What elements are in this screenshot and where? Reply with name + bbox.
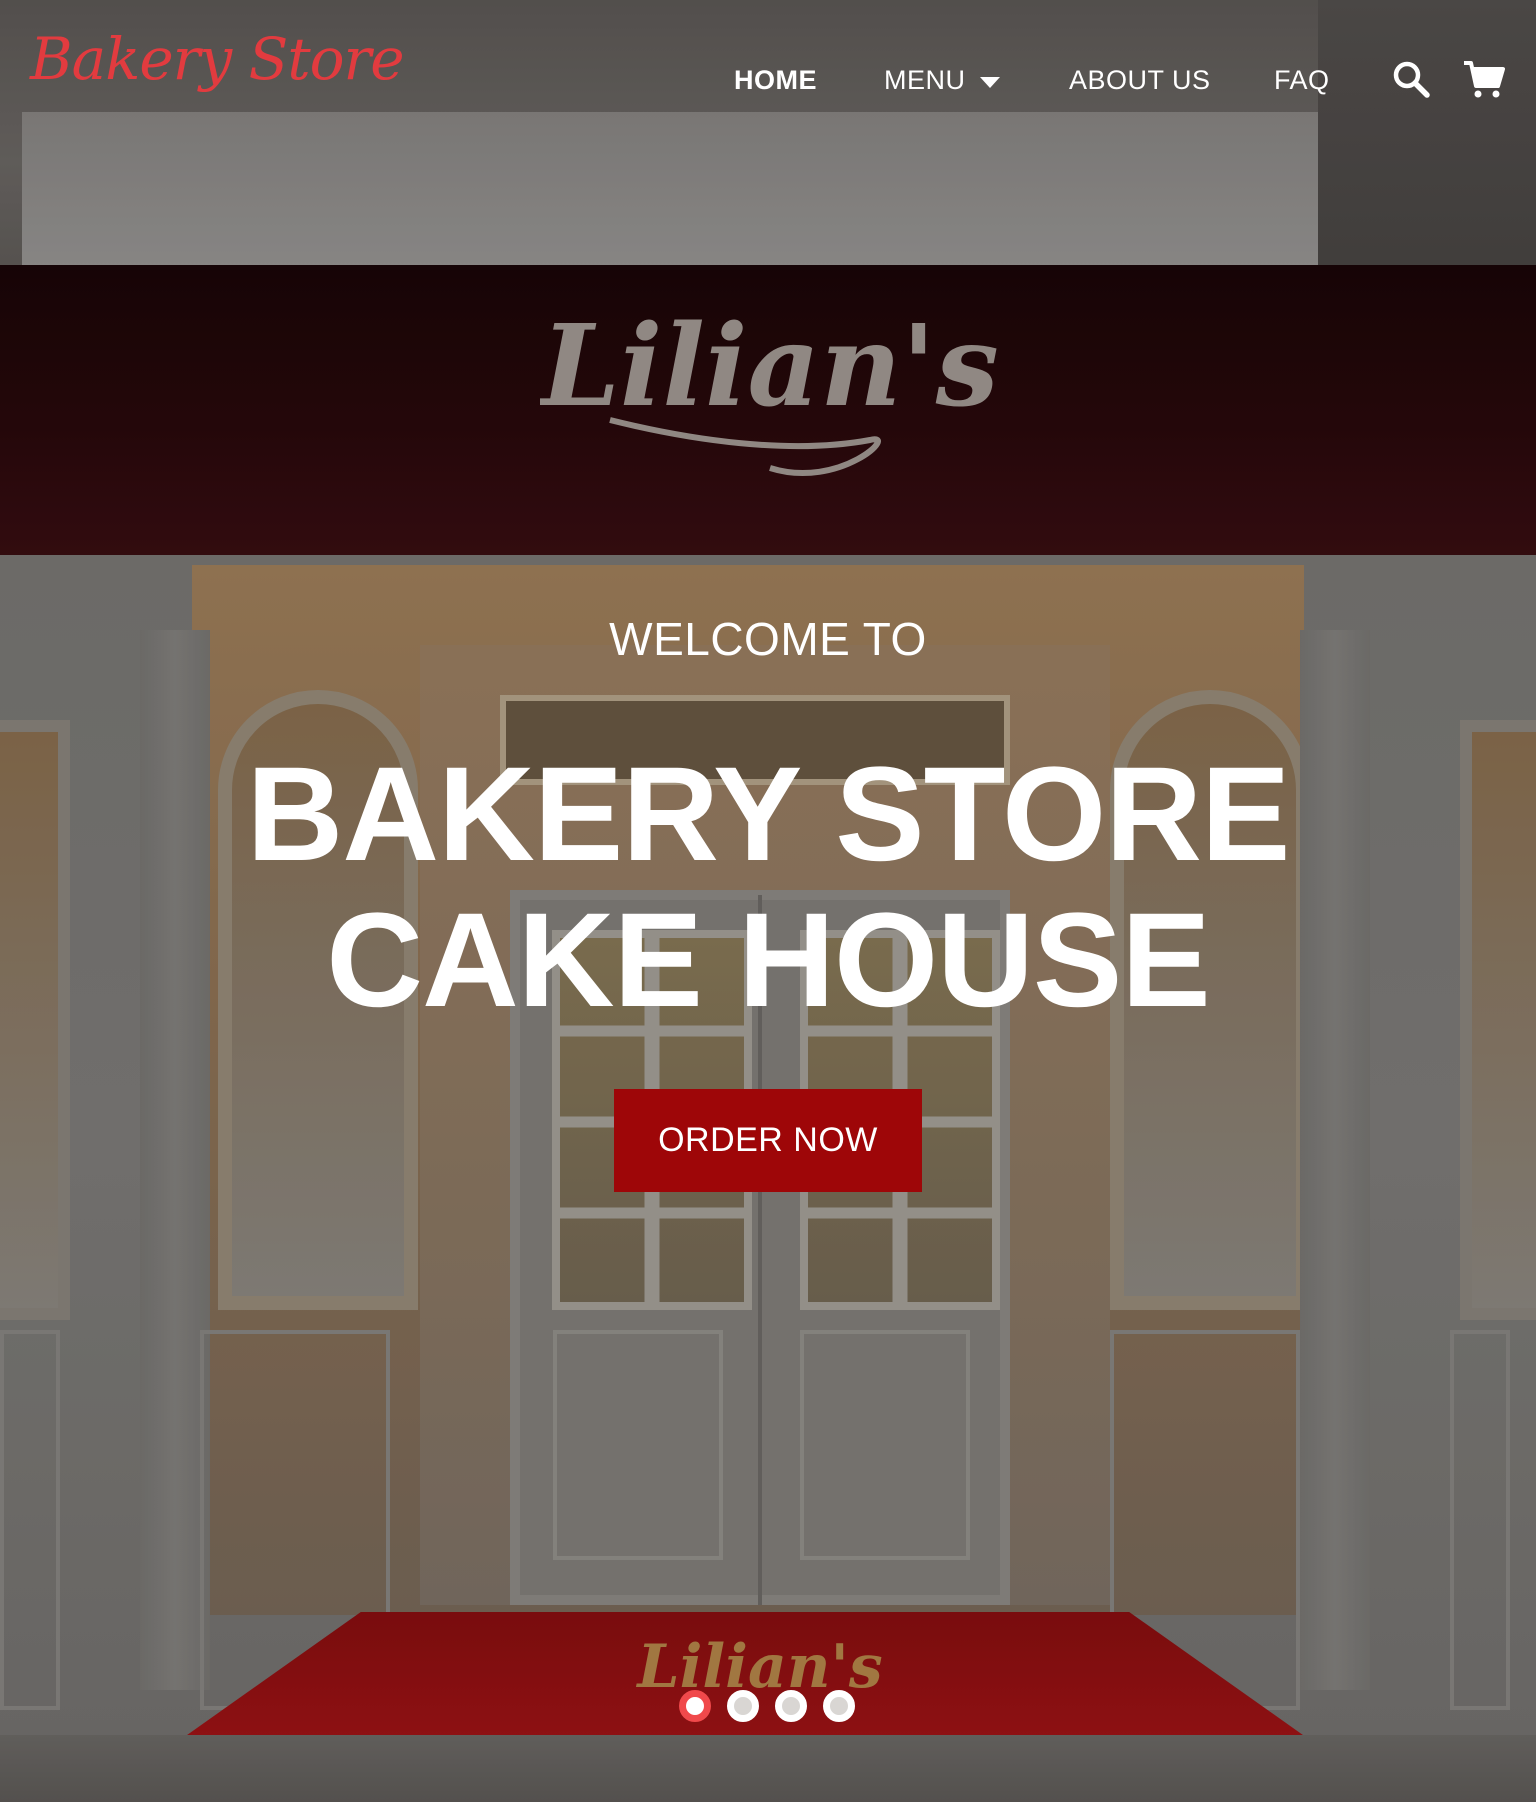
page: Lilian's Lilian's Bakery Store HOME MENU…: [0, 0, 1536, 1802]
nav-item-label: FAQ: [1274, 64, 1330, 95]
order-now-button[interactable]: ORDER NOW: [614, 1089, 922, 1192]
cart-icon: [1464, 61, 1505, 98]
nav-item-label: ABOUT US: [1069, 64, 1211, 95]
caret-down-icon: [979, 76, 1000, 88]
carousel-dot-2[interactable]: [727, 1690, 759, 1722]
nav-item-home[interactable]: HOME: [734, 65, 817, 96]
carousel-dot-1[interactable]: [679, 1690, 711, 1722]
carousel-dots: [679, 1690, 855, 1722]
nav-item-menu[interactable]: MENU: [884, 65, 1000, 96]
search-icon: [1393, 61, 1430, 98]
site-header: Bakery Store HOME MENU ABOUT US FAQ: [0, 0, 1536, 160]
carousel-dot-3[interactable]: [775, 1690, 807, 1722]
hero-title: BAKERY STORE CAKE HOUSE: [246, 740, 1291, 1035]
cart-button[interactable]: [1462, 58, 1506, 102]
nav-item-about-us[interactable]: ABOUT US: [1069, 65, 1211, 96]
nav-item-label: HOME: [734, 64, 817, 95]
hero-eyebrow: WELCOME TO: [609, 613, 927, 665]
carousel-dot-4[interactable]: [823, 1690, 855, 1722]
search-button[interactable]: [1390, 58, 1434, 102]
nav-item-faq[interactable]: FAQ: [1274, 65, 1330, 96]
brand-logo[interactable]: Bakery Store: [30, 30, 405, 88]
nav-item-label: MENU: [884, 64, 966, 95]
